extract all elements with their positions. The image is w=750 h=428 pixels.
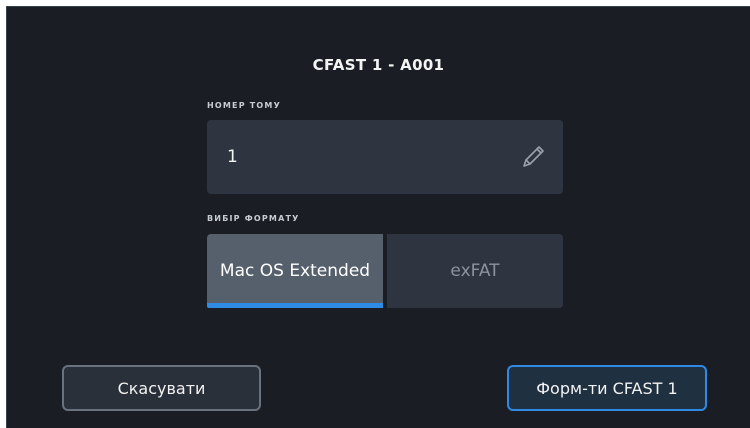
format-option-label: exFAT [450,261,500,281]
format-option-exfat[interactable]: exFAT [387,234,563,308]
format-card-button[interactable]: Форм-ти CFAST 1 [507,365,707,411]
pencil-icon[interactable] [517,141,549,173]
selected-indicator [207,303,383,308]
format-option-label: Mac OS Extended [219,261,371,281]
volume-number-field[interactable]: 1 [207,120,563,194]
format-dialog: CFAST 1 - A001 НОМЕР ТОМУ 1 ВИБІР ФОРМАТ… [6,6,750,428]
dialog-title: CFAST 1 - A001 [312,56,445,74]
volume-number-value: 1 [227,147,238,167]
format-option-mac-os-extended[interactable]: Mac OS Extended [207,234,383,308]
cancel-button[interactable]: Скасувати [62,365,261,411]
format-select-label: ВИБІР ФОРМАТУ [207,214,300,223]
format-selector: Mac OS Extended exFAT [207,234,563,308]
volume-number-label: НОМЕР ТОМУ [207,101,281,110]
